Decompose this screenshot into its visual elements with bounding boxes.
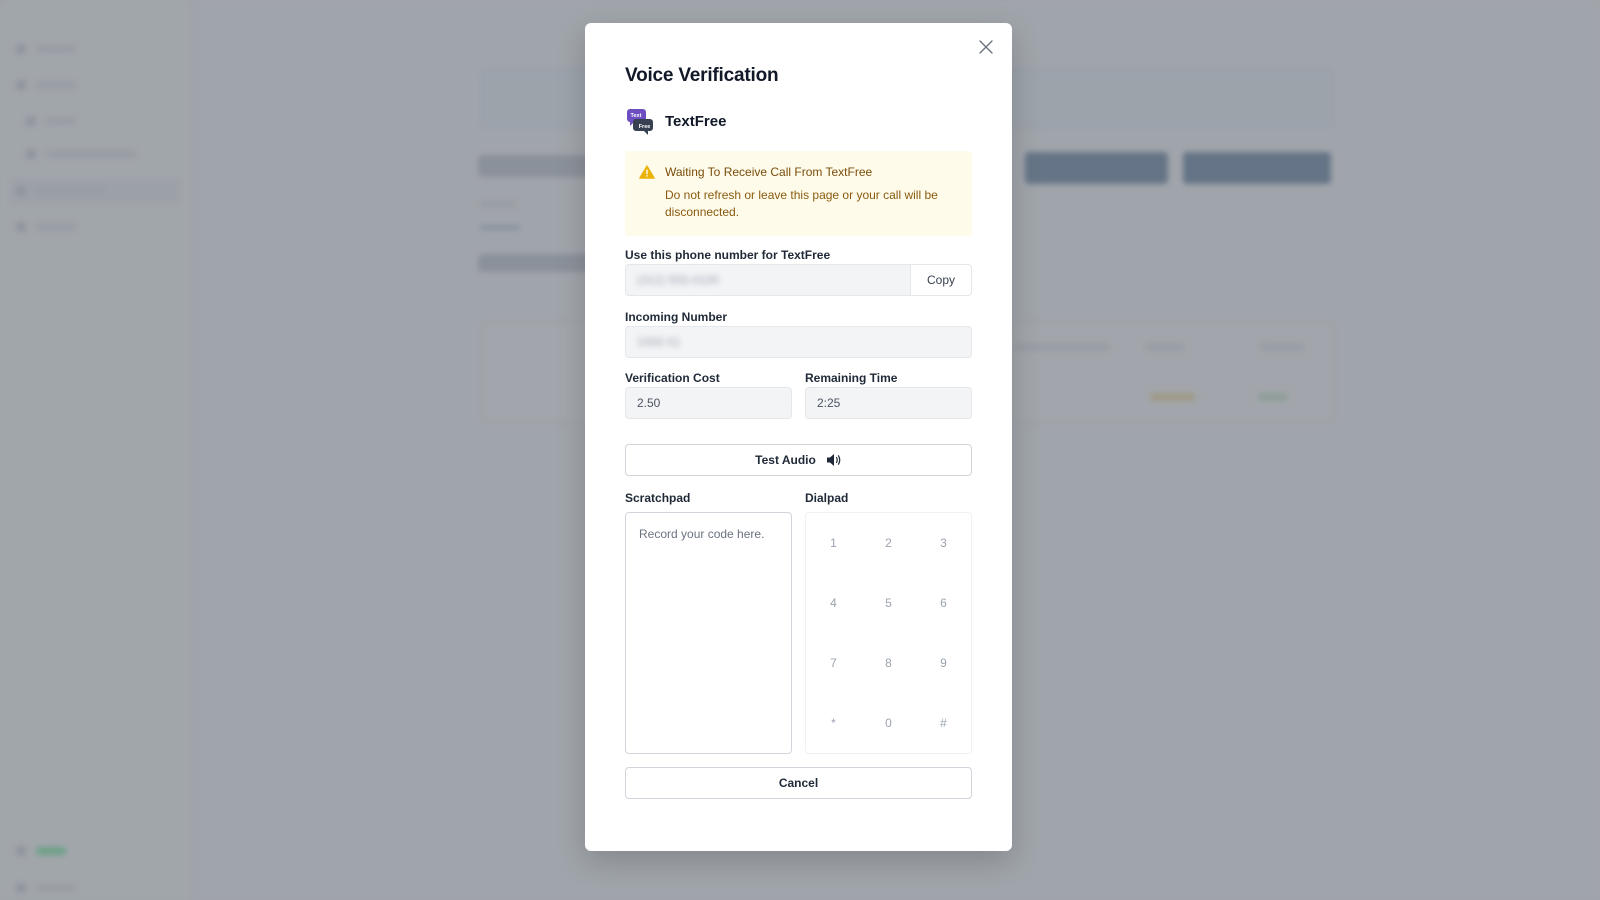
dialpad-key-3[interactable]: 3 — [916, 513, 971, 573]
verification-cost-label: Verification Cost — [625, 371, 720, 385]
dialpad: 1 2 3 4 5 6 7 8 9 * 0 # — [805, 512, 972, 754]
test-audio-label: Test Audio — [755, 453, 816, 467]
copy-button[interactable]: Copy — [910, 264, 972, 296]
verification-cost-field[interactable]: 2.50 — [625, 387, 792, 419]
phone-number-field[interactable]: (312) 555-0100 — [625, 264, 911, 296]
logo-text-top: Text — [631, 113, 642, 119]
dialpad-key-9[interactable]: 9 — [916, 633, 971, 693]
speaker-icon — [826, 454, 841, 466]
dialpad-key-6[interactable]: 6 — [916, 573, 971, 633]
remaining-time-value: 2:25 — [817, 396, 841, 410]
dialpad-key-2[interactable]: 2 — [861, 513, 916, 573]
close-icon — [979, 40, 993, 54]
phone-number-label: Use this phone number for TextFree — [625, 248, 831, 262]
textfree-logo-icon: Text Free — [625, 106, 655, 136]
dialpad-label: Dialpad — [805, 491, 849, 505]
close-button[interactable] — [976, 37, 996, 57]
remaining-time-label: Remaining Time — [805, 371, 898, 385]
incoming-number-field[interactable]: 1000 01 — [625, 326, 972, 358]
dialpad-key-4[interactable]: 4 — [806, 573, 861, 633]
phone-number-value: (312) 555-0100 — [637, 273, 720, 287]
incoming-number-value: 1000 01 — [637, 335, 681, 349]
dialpad-key-1[interactable]: 1 — [806, 513, 861, 573]
dialpad-key-8[interactable]: 8 — [861, 633, 916, 693]
incoming-number-label: Incoming Number — [625, 310, 728, 324]
alert-title: Waiting To Receive Call From TextFree — [665, 165, 873, 179]
test-audio-button[interactable]: Test Audio — [625, 444, 972, 476]
dialpad-key-hash[interactable]: # — [916, 693, 971, 753]
modal-title: Voice Verification — [625, 65, 779, 86]
dialpad-key-5[interactable]: 5 — [861, 573, 916, 633]
provider-header: Text Free TextFree — [625, 106, 726, 136]
scratchpad-label: Scratchpad — [625, 491, 691, 505]
cancel-button[interactable]: Cancel — [625, 767, 972, 799]
dialpad-key-7[interactable]: 7 — [806, 633, 861, 693]
dialpad-key-star[interactable]: * — [806, 693, 861, 753]
alert-message: Do not refresh or leave this page or you… — [665, 188, 938, 219]
scratchpad-input[interactable] — [625, 512, 792, 754]
verification-cost-value: 2.50 — [637, 396, 661, 410]
warning-icon — [639, 165, 655, 179]
provider-name: TextFree — [665, 112, 727, 130]
dialpad-key-0[interactable]: 0 — [861, 693, 916, 753]
logo-text-bottom: Free — [639, 124, 651, 130]
waiting-alert: Waiting To Receive Call From TextFree Do… — [625, 151, 972, 236]
remaining-time-field[interactable]: 2:25 — [805, 387, 972, 419]
